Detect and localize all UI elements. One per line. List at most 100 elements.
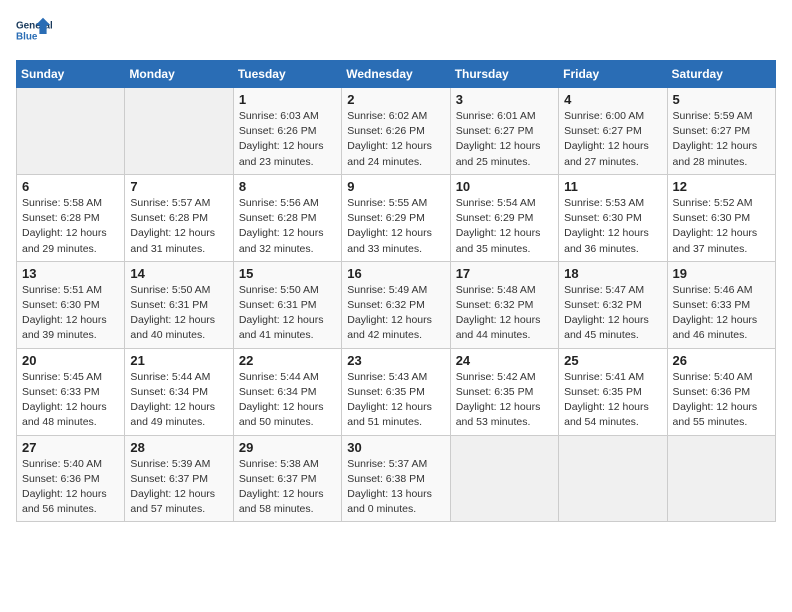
calendar-day-cell: 24 Sunrise: 5:42 AM Sunset: 6:35 PM Dayl…	[450, 348, 558, 435]
day-number: 1	[239, 92, 336, 107]
weekday-header: Wednesday	[342, 61, 450, 88]
calendar-day-cell: 20 Sunrise: 5:45 AM Sunset: 6:33 PM Dayl…	[17, 348, 125, 435]
calendar-day-cell: 13 Sunrise: 5:51 AM Sunset: 6:30 PM Dayl…	[17, 261, 125, 348]
daylight-label: Daylight: 12 hours and 35 minutes.	[456, 227, 541, 254]
day-info: Sunrise: 5:57 AM Sunset: 6:28 PM Dayligh…	[130, 196, 227, 257]
day-number: 21	[130, 353, 227, 368]
day-info: Sunrise: 5:50 AM Sunset: 6:31 PM Dayligh…	[130, 283, 227, 344]
calendar-week-row: 13 Sunrise: 5:51 AM Sunset: 6:30 PM Dayl…	[17, 261, 776, 348]
day-number: 26	[673, 353, 770, 368]
sunset-label: Sunset: 6:35 PM	[456, 386, 534, 398]
daylight-label: Daylight: 12 hours and 27 minutes.	[564, 140, 649, 167]
sunrise-label: Sunrise: 5:48 AM	[456, 284, 536, 296]
sunrise-label: Sunrise: 6:01 AM	[456, 110, 536, 122]
day-info: Sunrise: 5:59 AM Sunset: 6:27 PM Dayligh…	[673, 109, 770, 170]
sunrise-label: Sunrise: 5:44 AM	[130, 371, 210, 383]
calendar-day-cell	[450, 435, 558, 522]
sunrise-label: Sunrise: 6:00 AM	[564, 110, 644, 122]
daylight-label: Daylight: 12 hours and 36 minutes.	[564, 227, 649, 254]
day-number: 10	[456, 179, 553, 194]
weekday-header: Friday	[559, 61, 667, 88]
calendar-day-cell: 6 Sunrise: 5:58 AM Sunset: 6:28 PM Dayli…	[17, 174, 125, 261]
day-number: 30	[347, 440, 444, 455]
day-info: Sunrise: 5:55 AM Sunset: 6:29 PM Dayligh…	[347, 196, 444, 257]
daylight-label: Daylight: 12 hours and 44 minutes.	[456, 314, 541, 341]
sunset-label: Sunset: 6:27 PM	[564, 125, 642, 137]
sunrise-label: Sunrise: 5:42 AM	[456, 371, 536, 383]
daylight-label: Daylight: 12 hours and 51 minutes.	[347, 401, 432, 428]
calendar-day-cell: 23 Sunrise: 5:43 AM Sunset: 6:35 PM Dayl…	[342, 348, 450, 435]
daylight-label: Daylight: 12 hours and 45 minutes.	[564, 314, 649, 341]
calendar-week-row: 1 Sunrise: 6:03 AM Sunset: 6:26 PM Dayli…	[17, 88, 776, 175]
calendar-day-cell: 22 Sunrise: 5:44 AM Sunset: 6:34 PM Dayl…	[233, 348, 341, 435]
daylight-label: Daylight: 12 hours and 42 minutes.	[347, 314, 432, 341]
sunset-label: Sunset: 6:33 PM	[673, 299, 751, 311]
day-info: Sunrise: 5:41 AM Sunset: 6:35 PM Dayligh…	[564, 370, 661, 431]
daylight-label: Daylight: 12 hours and 41 minutes.	[239, 314, 324, 341]
calendar-day-cell: 9 Sunrise: 5:55 AM Sunset: 6:29 PM Dayli…	[342, 174, 450, 261]
sunset-label: Sunset: 6:29 PM	[456, 212, 534, 224]
daylight-label: Daylight: 12 hours and 48 minutes.	[22, 401, 107, 428]
day-info: Sunrise: 5:53 AM Sunset: 6:30 PM Dayligh…	[564, 196, 661, 257]
day-number: 15	[239, 266, 336, 281]
day-info: Sunrise: 5:43 AM Sunset: 6:35 PM Dayligh…	[347, 370, 444, 431]
sunset-label: Sunset: 6:30 PM	[564, 212, 642, 224]
day-number: 5	[673, 92, 770, 107]
calendar-day-cell: 3 Sunrise: 6:01 AM Sunset: 6:27 PM Dayli…	[450, 88, 558, 175]
day-info: Sunrise: 5:40 AM Sunset: 6:36 PM Dayligh…	[673, 370, 770, 431]
calendar-day-cell	[125, 88, 233, 175]
day-info: Sunrise: 5:50 AM Sunset: 6:31 PM Dayligh…	[239, 283, 336, 344]
day-number: 27	[22, 440, 119, 455]
day-info: Sunrise: 5:37 AM Sunset: 6:38 PM Dayligh…	[347, 457, 444, 518]
day-info: Sunrise: 5:39 AM Sunset: 6:37 PM Dayligh…	[130, 457, 227, 518]
day-info: Sunrise: 5:45 AM Sunset: 6:33 PM Dayligh…	[22, 370, 119, 431]
sunrise-label: Sunrise: 5:37 AM	[347, 458, 427, 470]
sunset-label: Sunset: 6:36 PM	[673, 386, 751, 398]
sunset-label: Sunset: 6:32 PM	[456, 299, 534, 311]
svg-text:Blue: Blue	[16, 31, 38, 42]
sunrise-label: Sunrise: 5:53 AM	[564, 197, 644, 209]
sunset-label: Sunset: 6:28 PM	[22, 212, 100, 224]
daylight-label: Daylight: 12 hours and 53 minutes.	[456, 401, 541, 428]
sunset-label: Sunset: 6:32 PM	[347, 299, 425, 311]
sunrise-label: Sunrise: 5:38 AM	[239, 458, 319, 470]
sunset-label: Sunset: 6:35 PM	[564, 386, 642, 398]
day-info: Sunrise: 6:00 AM Sunset: 6:27 PM Dayligh…	[564, 109, 661, 170]
sunset-label: Sunset: 6:38 PM	[347, 473, 425, 485]
calendar-day-cell: 10 Sunrise: 5:54 AM Sunset: 6:29 PM Dayl…	[450, 174, 558, 261]
day-info: Sunrise: 5:44 AM Sunset: 6:34 PM Dayligh…	[130, 370, 227, 431]
day-info: Sunrise: 5:40 AM Sunset: 6:36 PM Dayligh…	[22, 457, 119, 518]
daylight-label: Daylight: 12 hours and 58 minutes.	[239, 488, 324, 515]
daylight-label: Daylight: 12 hours and 29 minutes.	[22, 227, 107, 254]
sunset-label: Sunset: 6:29 PM	[347, 212, 425, 224]
day-info: Sunrise: 5:48 AM Sunset: 6:32 PM Dayligh…	[456, 283, 553, 344]
sunset-label: Sunset: 6:27 PM	[456, 125, 534, 137]
sunrise-label: Sunrise: 5:39 AM	[130, 458, 210, 470]
daylight-label: Daylight: 12 hours and 37 minutes.	[673, 227, 758, 254]
sunrise-label: Sunrise: 5:57 AM	[130, 197, 210, 209]
calendar-day-cell: 28 Sunrise: 5:39 AM Sunset: 6:37 PM Dayl…	[125, 435, 233, 522]
daylight-label: Daylight: 12 hours and 50 minutes.	[239, 401, 324, 428]
calendar-day-cell: 25 Sunrise: 5:41 AM Sunset: 6:35 PM Dayl…	[559, 348, 667, 435]
day-number: 18	[564, 266, 661, 281]
day-number: 4	[564, 92, 661, 107]
calendar-week-row: 20 Sunrise: 5:45 AM Sunset: 6:33 PM Dayl…	[17, 348, 776, 435]
sunrise-label: Sunrise: 5:43 AM	[347, 371, 427, 383]
calendar-day-cell: 18 Sunrise: 5:47 AM Sunset: 6:32 PM Dayl…	[559, 261, 667, 348]
calendar-day-cell: 4 Sunrise: 6:00 AM Sunset: 6:27 PM Dayli…	[559, 88, 667, 175]
sunset-label: Sunset: 6:37 PM	[130, 473, 208, 485]
day-number: 23	[347, 353, 444, 368]
day-info: Sunrise: 5:46 AM Sunset: 6:33 PM Dayligh…	[673, 283, 770, 344]
sunset-label: Sunset: 6:26 PM	[347, 125, 425, 137]
sunrise-label: Sunrise: 5:40 AM	[673, 371, 753, 383]
weekday-header: Monday	[125, 61, 233, 88]
sunrise-label: Sunrise: 5:54 AM	[456, 197, 536, 209]
day-number: 14	[130, 266, 227, 281]
daylight-label: Daylight: 12 hours and 46 minutes.	[673, 314, 758, 341]
calendar-day-cell: 29 Sunrise: 5:38 AM Sunset: 6:37 PM Dayl…	[233, 435, 341, 522]
day-number: 19	[673, 266, 770, 281]
sunset-label: Sunset: 6:33 PM	[22, 386, 100, 398]
day-info: Sunrise: 6:01 AM Sunset: 6:27 PM Dayligh…	[456, 109, 553, 170]
sunset-label: Sunset: 6:28 PM	[239, 212, 317, 224]
weekday-header: Sunday	[17, 61, 125, 88]
